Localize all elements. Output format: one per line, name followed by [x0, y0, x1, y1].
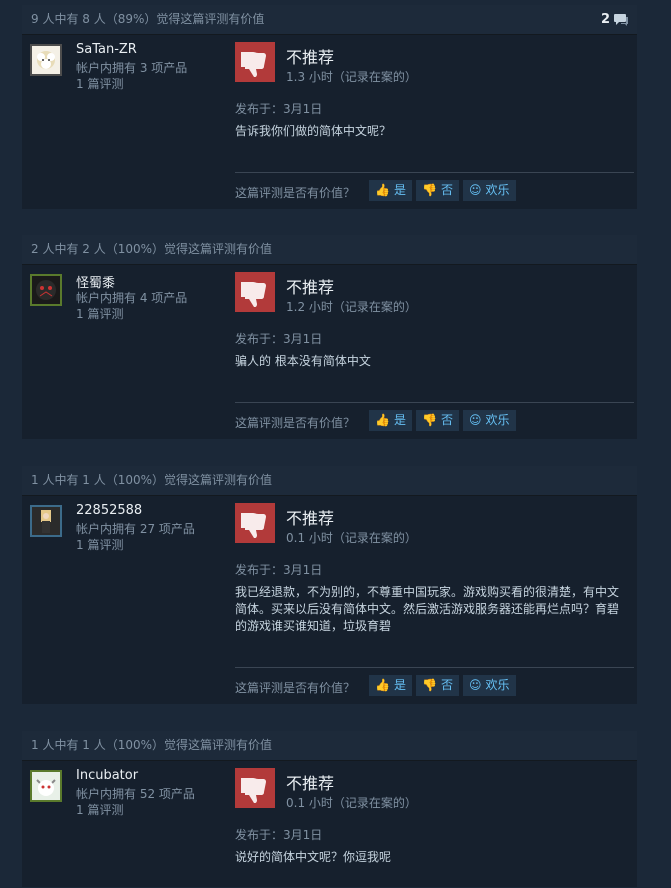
owned-products[interactable]: 帐户内拥有 3 项产品 — [76, 60, 187, 76]
thumbs-down-icon[interactable] — [235, 272, 275, 312]
author-name[interactable]: 怪蜀黍 — [76, 272, 115, 291]
review-helpful-summary: 9 人中有 8 人（89%）觉得这篇评测有价值 2 — [22, 5, 637, 35]
hours-on-record: 0.1 小时（记录在案的） — [286, 796, 417, 810]
review-body: SaTan-ZR 帐户内拥有 3 项产品 1 篇评测 不推荐 1.3 小时（记录… — [22, 35, 637, 210]
thumbs-up-icon: 👍 — [375, 678, 390, 692]
review-count[interactable]: 1 篇评测 — [76, 306, 187, 322]
posted-date: 发布于：3月1日 — [235, 828, 323, 842]
smiley-icon: ☺ — [469, 183, 482, 197]
vote-funny-button[interactable]: ☺ 欢乐 — [463, 180, 516, 201]
comment-count[interactable]: 2 — [601, 5, 629, 34]
smiley-icon: ☺ — [469, 413, 482, 427]
review-verdict[interactable]: 不推荐 — [286, 274, 334, 298]
avatar-character-icon — [41, 510, 51, 533]
review-body: Incubator 帐户内拥有 52 项产品 1 篇评测 不推荐 0.1 小时（… — [22, 761, 637, 888]
owned-products[interactable]: 帐户内拥有 52 项产品 — [76, 786, 195, 802]
posted-date: 发布于：3月1日 — [235, 102, 323, 116]
helpful-summary-text: 1 人中有 1 人（100%）觉得这篇评测有价值 — [31, 473, 273, 487]
review-content: 骗人的 根本没有简体中文 — [235, 354, 371, 368]
helpful-question: 这篇评测是否有价值？ — [235, 681, 356, 695]
author-name[interactable]: SaTan-ZR — [76, 42, 137, 57]
review-card: 9 人中有 8 人（89%）觉得这篇评测有价值 2 SaTan-ZR 帐户内拥有… — [22, 5, 637, 209]
avatar[interactable] — [30, 44, 62, 76]
thumbs-down-small-icon: 👎 — [422, 413, 437, 427]
posted-date: 发布于：3月1日 — [235, 332, 323, 346]
review-helpful-summary: 1 人中有 1 人（100%）觉得这篇评测有价值 — [22, 466, 637, 496]
review-content: 告诉我你们做的简体中文呢？ — [235, 124, 392, 138]
avatar[interactable] — [30, 505, 62, 537]
owned-products[interactable]: 帐户内拥有 4 项产品 — [76, 290, 187, 306]
vote-no-button[interactable]: 👎 否 — [416, 675, 459, 696]
review-verdict[interactable]: 不推荐 — [286, 505, 334, 529]
comment-bubble-icon — [614, 13, 628, 26]
hours-on-record: 1.2 小时（记录在案的） — [286, 300, 417, 314]
avatar[interactable] — [30, 770, 62, 802]
review-helpful-summary: 1 人中有 1 人（100%）觉得这篇评测有价值 — [22, 731, 637, 761]
hours-on-record: 1.3 小时（记录在案的） — [286, 70, 417, 84]
thumbs-down-icon[interactable] — [235, 42, 275, 82]
vote-no-button[interactable]: 👎 否 — [416, 180, 459, 201]
thumbs-up-icon: 👍 — [375, 183, 390, 197]
helpful-question: 这篇评测是否有价值？ — [235, 416, 356, 430]
review-body: 怪蜀黍 帐户内拥有 4 项产品 1 篇评测 不推荐 1.2 小时（记录在案的） … — [22, 265, 637, 440]
avatar-sheep-icon — [37, 51, 55, 69]
comment-count-number: 2 — [600, 12, 610, 27]
helpful-summary-text: 9 人中有 8 人（89%）觉得这篇评测有价值 — [31, 12, 265, 26]
author-meta: 帐户内拥有 52 项产品 1 篇评测 — [76, 786, 195, 818]
review-card: 1 人中有 1 人（100%）觉得这篇评测有价值 Incubator 帐户内拥有… — [22, 731, 637, 887]
author-name[interactable]: Incubator — [76, 768, 138, 783]
thumbs-up-icon: 👍 — [375, 413, 390, 427]
vote-funny-button[interactable]: ☺ 欢乐 — [463, 675, 516, 696]
helpful-summary-text: 2 人中有 2 人（100%）觉得这篇评测有价值 — [31, 242, 273, 256]
avatar-creature-icon — [36, 280, 56, 300]
helpful-summary-text: 1 人中有 1 人（100%）觉得这篇评测有价值 — [31, 738, 273, 752]
vote-no-button[interactable]: 👎 否 — [416, 410, 459, 431]
review-count[interactable]: 1 篇评测 — [76, 537, 195, 553]
divider — [235, 172, 634, 173]
author-meta: 帐户内拥有 27 项产品 1 篇评测 — [76, 521, 195, 553]
helpful-question: 这篇评测是否有价值？ — [235, 186, 356, 200]
review-helpful-summary: 2 人中有 2 人（100%）觉得这篇评测有价值 — [22, 235, 637, 265]
divider — [235, 667, 634, 668]
review-count[interactable]: 1 篇评测 — [76, 802, 195, 818]
thumbs-down-icon[interactable] — [235, 768, 275, 808]
avatar[interactable] — [30, 274, 62, 306]
review-content: 说好的简体中文呢？你逗我呢 — [235, 850, 392, 864]
review-count[interactable]: 1 篇评测 — [76, 76, 187, 92]
vote-yes-button[interactable]: 👍 是 — [369, 675, 412, 696]
posted-date: 发布于：3月1日 — [235, 563, 323, 577]
review-card: 1 人中有 1 人（100%）觉得这篇评测有价值 22852588 帐户内拥有 … — [22, 466, 637, 704]
owned-products[interactable]: 帐户内拥有 27 项产品 — [76, 521, 195, 537]
review-content: 我已经退款，不为别的，不尊重中国玩家。游戏购买看的很清楚，有中文简体。买来以后没… — [235, 585, 620, 633]
vote-yes-button[interactable]: 👍 是 — [369, 410, 412, 431]
author-meta: 帐户内拥有 3 项产品 1 篇评测 — [76, 60, 187, 92]
author-name[interactable]: 22852588 — [76, 503, 142, 518]
vote-funny-button[interactable]: ☺ 欢乐 — [463, 410, 516, 431]
review-verdict[interactable]: 不推荐 — [286, 770, 334, 794]
author-meta: 帐户内拥有 4 项产品 1 篇评测 — [76, 290, 187, 322]
thumbs-down-icon[interactable] — [235, 503, 275, 543]
vote-yes-button[interactable]: 👍 是 — [369, 180, 412, 201]
review-body: 22852588 帐户内拥有 27 项产品 1 篇评测 不推荐 0.1 小时（记… — [22, 496, 637, 705]
hours-on-record: 0.1 小时（记录在案的） — [286, 531, 417, 545]
divider — [235, 402, 634, 403]
review-verdict[interactable]: 不推荐 — [286, 44, 334, 68]
avatar-cat-icon — [36, 779, 56, 796]
thumbs-down-small-icon: 👎 — [422, 183, 437, 197]
thumbs-down-small-icon: 👎 — [422, 678, 437, 692]
smiley-icon: ☺ — [469, 678, 482, 692]
review-card: 2 人中有 2 人（100%）觉得这篇评测有价值 怪蜀黍 帐户内拥有 4 项产品… — [22, 235, 637, 439]
